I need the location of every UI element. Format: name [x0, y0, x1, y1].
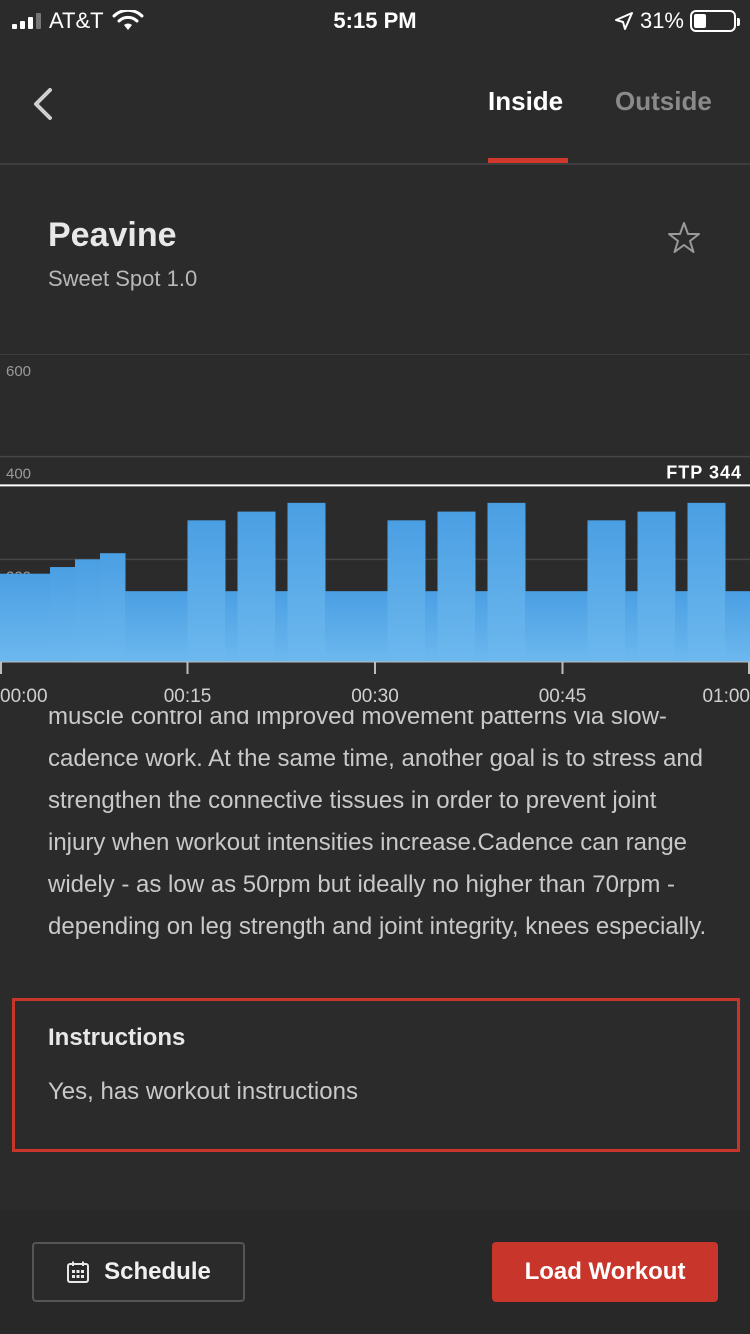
schedule-button-label: Schedule: [104, 1258, 211, 1285]
workout-subtitle: Sweet Spot 1.0: [48, 266, 198, 291]
x-tick-label: 00:45: [539, 686, 587, 707]
x-tick-label: 00:30: [351, 686, 399, 707]
back-chevron-icon[interactable]: [28, 84, 60, 124]
instructions-highlight-box: [12, 998, 740, 1152]
workout-description: muscle control and improved movement pat…: [48, 710, 707, 940]
top-nav: Inside Outside: [0, 44, 750, 165]
workout-interval-bar: [237, 511, 276, 662]
calendar-icon: [67, 1261, 90, 1283]
workout-interval-bar: [675, 591, 688, 662]
workout-interval-bar: [287, 502, 326, 662]
tab-inside[interactable]: Inside: [488, 86, 563, 117]
status-right: 31%: [614, 8, 740, 34]
workout-title: Peavine: [48, 216, 177, 254]
workout-interval-bar: [625, 591, 638, 662]
instructions-text: Yes, has workout instructions: [48, 1078, 358, 1105]
workout-interval-bar: [187, 520, 226, 662]
location-arrow-icon: [614, 12, 633, 30]
instructions-heading: Instructions: [48, 1024, 186, 1051]
workout-interval-bar: [125, 591, 188, 662]
workout-interval-bar: [225, 591, 238, 662]
workout-interval-bar: [387, 520, 426, 662]
workout-interval-bar: [437, 511, 476, 662]
workout-interval-bar: [687, 502, 726, 662]
workout-interval-bar: [0, 573, 51, 662]
schedule-button[interactable]: Schedule: [32, 1242, 245, 1302]
workout-power-chart: 600400200FTP 34400:0000:1500:3000:4501:0…: [0, 354, 750, 710]
y-tick-label: 600: [6, 363, 31, 380]
workout-interval-bar: [587, 520, 626, 662]
description-clip: muscle control and improved movement pat…: [0, 710, 750, 1000]
battery-percent: 31%: [639, 8, 684, 33]
workout-interval-bar: [525, 591, 588, 662]
tab-outside[interactable]: Outside: [615, 86, 712, 117]
workout-interval-bar: [725, 591, 750, 662]
battery-icon: [690, 10, 740, 32]
workout-interval-bar: [325, 591, 388, 662]
workout-interval-bar: [475, 591, 488, 662]
active-tab-indicator: [488, 158, 568, 163]
workout-interval-bar: [637, 511, 676, 662]
x-tick-label: 00:15: [164, 686, 212, 707]
ftp-label: FTP 344: [666, 462, 742, 482]
status-bar: AT&T 5:15 PM 31%: [0, 0, 750, 44]
workout-interval-bar: [50, 567, 76, 662]
load-workout-button[interactable]: Load Workout: [492, 1242, 718, 1302]
workout-interval-bar: [100, 553, 126, 662]
workout-interval-bar: [425, 591, 438, 662]
workout-interval-bar: [275, 591, 288, 662]
y-tick-label: 400: [6, 466, 31, 483]
x-tick-label: 00:00: [0, 686, 48, 707]
workout-interval-bar: [75, 559, 101, 662]
x-tick-label: 01:00: [702, 686, 750, 707]
workout-interval-bar: [487, 502, 526, 662]
favorite-star-icon[interactable]: [666, 220, 702, 256]
